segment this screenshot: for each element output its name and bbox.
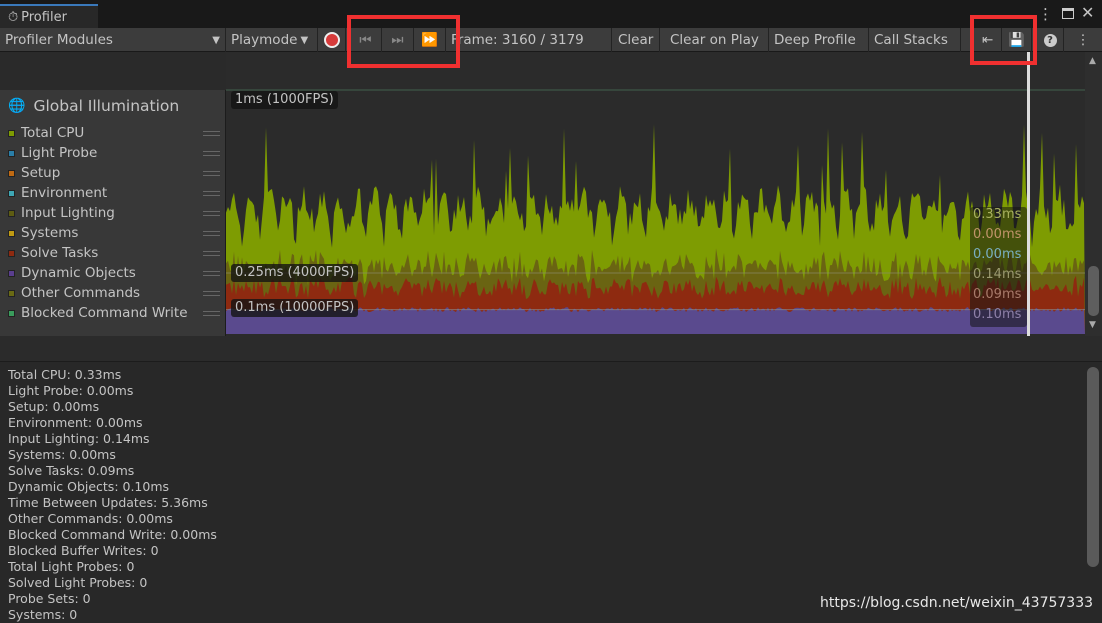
stat-line: Dynamic Objects: 0.10ms <box>8 479 170 494</box>
scroll-down-icon[interactable]: ▼ <box>1089 320 1096 330</box>
selected-frame-line[interactable] <box>1027 52 1030 336</box>
selected-value: 0.10ms <box>973 307 1022 322</box>
selected-value: 0.33ms <box>973 207 1022 222</box>
stat-line: Environment: 0.00ms <box>8 415 143 430</box>
clear-on-play-button[interactable]: Clear on Play <box>665 28 769 52</box>
color-swatch <box>8 229 15 237</box>
selected-value: 0.00ms <box>973 227 1022 242</box>
legend-item[interactable]: Light Probe <box>8 143 220 163</box>
stat-line: Other Commands: 0.00ms <box>8 511 173 526</box>
stat-line: Light Probe: 0.00ms <box>8 383 134 398</box>
drag-handle-icon[interactable] <box>203 210 220 216</box>
legend-item[interactable]: Input Lighting <box>8 203 220 223</box>
stat-line: Probe Sets: 0 <box>8 591 91 606</box>
globe-icon: 🌐 <box>8 98 26 114</box>
selected-value: 0.09ms <box>973 287 1022 302</box>
stat-line: Input Lighting: 0.14ms <box>8 431 150 446</box>
area-chart[interactable] <box>226 52 1085 336</box>
call-stacks-button[interactable]: Call Stacks <box>869 28 961 52</box>
drag-handle-icon[interactable] <box>203 230 220 236</box>
details-panel: Total CPU: 0.33ms Light Probe: 0.00ms Setu… <box>0 336 1102 622</box>
toolbar: Profiler Modules ▼ Playmode ▼ ⏮ ⏭ ⏩ Frame:… <box>0 28 1102 52</box>
stat-line: Systems: 0.00ms <box>8 447 116 462</box>
tab-bar: ⏱ Profiler ⋮ ✕ <box>0 0 1102 28</box>
drag-handle-icon[interactable] <box>203 310 220 316</box>
details-scrollbar-thumb[interactable] <box>1087 367 1099 567</box>
drag-handle-icon[interactable] <box>203 290 220 296</box>
tab-profiler[interactable]: ⏱ Profiler <box>0 4 98 28</box>
scrollbar-thumb[interactable] <box>1088 266 1099 316</box>
drag-handle-icon[interactable] <box>203 130 220 136</box>
drag-handle-icon[interactable] <box>203 250 220 256</box>
selected-value: 0.14ms <box>973 267 1022 282</box>
stat-line: Blocked Command Write: 0.00ms <box>8 527 217 542</box>
stopwatch-icon: ⏱ <box>8 9 19 25</box>
color-swatch <box>8 129 15 137</box>
color-swatch <box>8 289 15 297</box>
stat-line: Time Between Updates: 5.36ms <box>8 495 208 510</box>
highlight-frame-nav <box>347 15 460 68</box>
drag-handle-icon[interactable] <box>203 190 220 196</box>
playmode-dropdown[interactable]: Playmode ▼ <box>226 28 318 52</box>
record-icon <box>323 32 340 48</box>
chevron-down-icon: ▼ <box>300 34 309 46</box>
deep-profile-button[interactable]: Deep Profile <box>769 28 869 52</box>
chart-area[interactable]: 1ms (1000FPS) 0.25ms (4000FPS) 0.1ms (10… <box>226 52 1085 336</box>
module-title: 🌐 Global Illumination <box>8 97 180 115</box>
legend-item[interactable]: Total CPU <box>8 123 220 143</box>
close-icon[interactable]: ✕ <box>1081 3 1094 22</box>
legend-item[interactable]: Blocked Command Write <box>8 303 220 323</box>
scale-label-01ms: 0.1ms (10000FPS) <box>231 299 359 317</box>
chevron-down-icon: ▼ <box>212 34 220 46</box>
help-icon: ? <box>1043 33 1057 47</box>
selected-value: 0.00ms <box>973 247 1022 262</box>
color-swatch <box>8 189 15 197</box>
profiler-modules-dropdown[interactable]: Profiler Modules ▼ <box>0 28 226 52</box>
stat-line: Solve Tasks: 0.09ms <box>8 463 135 478</box>
color-swatch <box>8 209 15 217</box>
chart-scrollbar[interactable]: ▲ ▼ <box>1085 52 1102 336</box>
scroll-up-icon[interactable]: ▲ <box>1089 56 1096 66</box>
color-swatch <box>8 269 15 277</box>
stat-line: Total CPU: 0.33ms <box>8 367 122 382</box>
color-swatch <box>8 249 15 257</box>
scale-label-1ms: 1ms (1000FPS) <box>231 91 338 109</box>
highlight-load-save <box>970 15 1037 65</box>
stat-line: Total Light Probes: 0 <box>8 559 135 574</box>
legend-item[interactable]: Solve Tasks <box>8 243 220 263</box>
maximize-icon[interactable] <box>1062 8 1074 19</box>
module-list-header <box>0 52 226 90</box>
clear-button[interactable]: Clear <box>613 28 660 52</box>
legend-item[interactable]: Dynamic Objects <box>8 263 220 283</box>
color-swatch <box>8 149 15 157</box>
stat-line: Blocked Buffer Writes: 0 <box>8 543 159 558</box>
selected-frame-values: 0.33ms 0.00ms 0.00ms 0.14ms 0.09ms 0.10ms <box>970 207 1027 327</box>
frame-counter: Frame: 3160 / 3179 <box>446 28 612 52</box>
legend-item[interactable]: Other Commands <box>8 283 220 303</box>
more-options-icon: ⋮ <box>1076 32 1090 48</box>
drag-handle-icon[interactable] <box>203 170 220 176</box>
stat-line: Systems: 0 <box>8 607 78 622</box>
more-options-icon[interactable]: ⋮ <box>1038 5 1053 23</box>
module-legend-panel: 🌐 Global Illumination Total CPU Light Pro… <box>0 90 226 336</box>
scale-label-025ms: 0.25ms (4000FPS) <box>231 264 359 282</box>
help-button[interactable]: ? <box>1037 28 1064 52</box>
drag-handle-icon[interactable] <box>203 150 220 156</box>
drag-handle-icon[interactable] <box>203 270 220 276</box>
details-header <box>0 336 1102 362</box>
legend-item[interactable]: Setup <box>8 163 220 183</box>
watermark: https://blog.csdn.net/weixin_43757333 <box>820 595 1094 611</box>
record-button[interactable] <box>318 28 346 52</box>
menu-button[interactable]: ⋮ <box>1068 28 1098 52</box>
legend-item[interactable]: Environment <box>8 183 220 203</box>
stat-line: Solved Light Probes: 0 <box>8 575 148 590</box>
legend-item[interactable]: Systems <box>8 223 220 243</box>
color-swatch <box>8 309 15 317</box>
color-swatch <box>8 169 15 177</box>
stat-line: Setup: 0.00ms <box>8 399 100 414</box>
